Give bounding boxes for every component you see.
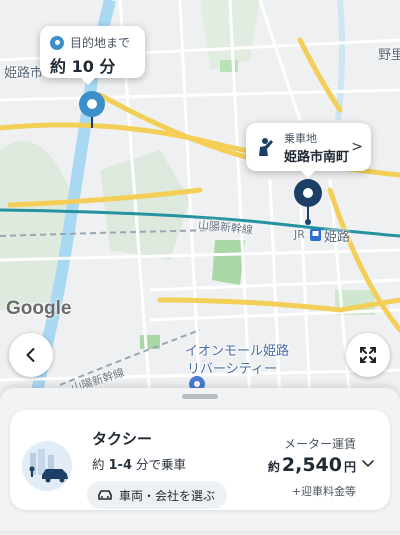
- chevron-right-icon: >: [351, 139, 363, 155]
- map-label-jr: JR: [294, 228, 305, 241]
- pickup-callout[interactable]: 乗車地 姫路市南町 >: [246, 123, 371, 178]
- pickup-label: 乗車地: [284, 131, 317, 145]
- map-label-city: 姫路市: [4, 66, 44, 81]
- destination-callout[interactable]: 目的地まで 約 10 分: [40, 26, 145, 85]
- map-label-poi-sub: リバーシティー: [187, 362, 277, 377]
- chevron-down-icon[interactable]: [362, 460, 374, 468]
- eta-suffix: 分で乗車: [135, 457, 186, 472]
- jr-station-icon: [310, 229, 321, 241]
- taxi-icon: [22, 441, 72, 491]
- eta-prefix: 約: [92, 457, 105, 472]
- fare-label: メーター運賃: [283, 437, 356, 451]
- destination-label: 目的地まで: [70, 36, 131, 50]
- service-eta: 約 1-4 分で乗車: [92, 454, 186, 473]
- fullscreen-icon: [360, 347, 376, 363]
- destination-dot-icon: [50, 35, 64, 50]
- park-area: [212, 240, 245, 285]
- fare-prefix: 約: [267, 460, 280, 474]
- fare-unit: 円: [343, 460, 356, 474]
- bottom-sheet[interactable]: タクシー 約 1-4 分で乗車 車両・会社を選ぶ メーター運賃 約 2,540 …: [0, 388, 400, 531]
- person-waving-icon: [254, 137, 276, 157]
- chevron-left-icon: [26, 348, 35, 362]
- map-label-poi: イオンモール姫路: [185, 344, 290, 359]
- choose-vehicle-label: 車両・会社を選ぶ: [119, 488, 216, 503]
- eta-range: 1-4: [108, 458, 133, 473]
- fullscreen-button[interactable]: [346, 333, 390, 377]
- park-area: [220, 60, 238, 72]
- map-label-area: 野里: [378, 48, 400, 63]
- map-label-station: 姫路: [324, 230, 351, 245]
- back-button[interactable]: [9, 333, 53, 377]
- fare-amount: 約 2,540 円: [268, 454, 356, 476]
- car-icon: [98, 490, 112, 500]
- choose-vehicle-button[interactable]: 車両・会社を選ぶ: [87, 481, 228, 509]
- destination-time: 約 10 分: [50, 57, 116, 76]
- fare-note: +迎車料金等: [291, 485, 356, 498]
- service-name: タクシー: [92, 430, 153, 448]
- google-attribution: Google: [6, 298, 72, 319]
- taxi-option-card[interactable]: タクシー 約 1-4 分で乗車 車両・会社を選ぶ メーター運賃 約 2,540 …: [10, 410, 390, 510]
- fare-number: 2,540: [281, 454, 342, 476]
- sheet-grabber[interactable]: [182, 394, 218, 399]
- pickup-name: 姫路市南町: [284, 149, 350, 165]
